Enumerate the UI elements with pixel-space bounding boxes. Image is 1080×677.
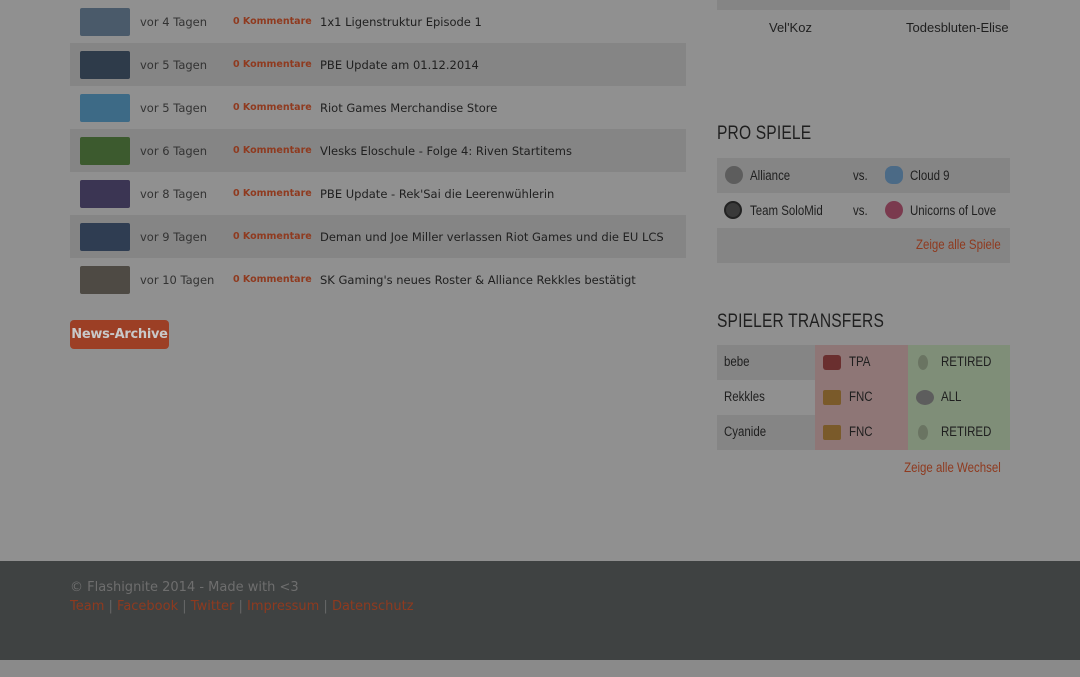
from-team: FNC <box>849 424 873 439</box>
comments-link[interactable]: 0 Kommentare <box>233 188 312 199</box>
to-team-cell: ALL <box>908 380 1010 415</box>
unicorns-of-love-logo-icon <box>885 201 903 219</box>
news-list: vor 4 Tagen 0 Kommentare 1x1 Ligenstrukt… <box>70 0 686 301</box>
from-team: FNC <box>849 389 873 404</box>
transfers-heading: SPIELER TRANSFERS <box>717 311 885 332</box>
fnatic-logo-icon <box>823 390 841 405</box>
news-thumbnail[interactable] <box>80 50 130 79</box>
team-name: Team SoloMid <box>750 203 823 218</box>
all-games-row: Zeige alle Spiele <box>717 228 1010 263</box>
alliance-logo-icon <box>916 390 934 405</box>
news-archive-button[interactable]: News-Archive <box>70 320 169 349</box>
show-all-transfers-link[interactable]: Zeige alle Wechsel <box>904 460 1001 475</box>
champion-name[interactable]: Todesbluten-Elise <box>906 20 1009 35</box>
news-item[interactable]: vor 5 Tagen 0 Kommentare PBE Update am 0… <box>70 43 686 86</box>
news-thumbnail[interactable] <box>80 265 130 294</box>
news-item[interactable]: vor 8 Tagen 0 Kommentare PBE Update - Re… <box>70 172 686 215</box>
match-row[interactable]: Alliance vs. Cloud 9 <box>717 158 1010 193</box>
to-team: ALL <box>941 389 962 404</box>
from-team-cell: FNC <box>815 380 908 415</box>
news-title[interactable]: PBE Update - Rek'Sai die Leerenwühlerin <box>320 187 554 201</box>
footer: © Flashignite 2014 - Made with <3 Team |… <box>0 561 1080 660</box>
player-cell: bebe <box>717 345 815 380</box>
news-title[interactable]: Deman und Joe Miller verlassen Riot Game… <box>320 230 664 244</box>
show-all-games-link[interactable]: Zeige alle Spiele <box>916 237 1001 252</box>
news-thumbnail[interactable] <box>80 179 130 208</box>
news-thumbnail[interactable] <box>80 93 130 122</box>
retired-icon <box>918 425 928 440</box>
footer-link-impressum[interactable]: Impressum <box>247 599 319 614</box>
from-team-cell: FNC <box>815 415 908 450</box>
comments-link[interactable]: 0 Kommentare <box>233 102 312 113</box>
news-title[interactable]: 1x1 Ligenstruktur Episode 1 <box>320 15 482 29</box>
comments-link[interactable]: 0 Kommentare <box>233 16 312 27</box>
news-date: vor 5 Tagen <box>140 100 208 115</box>
footer-link-twitter[interactable]: Twitter <box>191 599 235 614</box>
news-title[interactable]: Vlesks Eloschule - Folge 4: Riven Starti… <box>320 144 572 158</box>
pro-games-heading: PRO SPIELE <box>717 123 812 144</box>
footer-link-facebook[interactable]: Facebook <box>117 599 178 614</box>
player-name[interactable]: Cyanide <box>724 424 766 439</box>
from-team-cell: TPA <box>815 345 908 380</box>
free-champions-panel <box>717 0 1010 10</box>
news-title[interactable]: SK Gaming's neues Roster & Alliance Rekk… <box>320 273 636 287</box>
link-separator: | <box>108 599 118 614</box>
to-team: RETIRED <box>941 424 992 439</box>
vs-label: vs. <box>853 168 868 183</box>
news-date: vor 4 Tagen <box>140 14 208 29</box>
retired-icon <box>918 355 928 370</box>
news-item[interactable]: vor 9 Tagen 0 Kommentare Deman und Joe M… <box>70 215 686 258</box>
to-team-cell: RETIRED <box>908 345 1010 380</box>
cloud9-logo-icon <box>885 166 903 184</box>
comments-link[interactable]: 0 Kommentare <box>233 145 312 156</box>
comments-link[interactable]: 0 Kommentare <box>233 231 312 242</box>
news-thumbnail[interactable] <box>80 136 130 165</box>
news-thumbnail[interactable] <box>80 7 130 36</box>
news-item[interactable]: vor 4 Tagen 0 Kommentare 1x1 Ligenstrukt… <box>70 0 686 43</box>
news-date: vor 8 Tagen <box>140 186 208 201</box>
news-date: vor 9 Tagen <box>140 229 208 244</box>
match-row[interactable]: Team SoloMid vs. Unicorns of Love <box>717 193 1010 228</box>
transfer-row[interactable]: Cyanide FNC RETIRED <box>717 415 1010 450</box>
tsm-logo-icon <box>724 201 742 219</box>
champion-name[interactable]: Vel'Koz <box>769 20 812 35</box>
news-title[interactable]: Riot Games Merchandise Store <box>320 101 497 115</box>
news-title[interactable]: PBE Update am 01.12.2014 <box>320 58 479 72</box>
footer-link-datenschutz[interactable]: Datenschutz <box>332 599 414 614</box>
player-name[interactable]: bebe <box>724 354 750 369</box>
news-date: vor 5 Tagen <box>140 57 208 72</box>
to-team-cell: RETIRED <box>908 415 1010 450</box>
from-team: TPA <box>849 354 871 369</box>
tpa-logo-icon <box>823 355 841 370</box>
alliance-logo-icon <box>725 166 743 184</box>
footer-links: Team | Facebook | Twitter | Impressum | … <box>70 599 414 614</box>
news-item[interactable]: vor 6 Tagen 0 Kommentare Vlesks Eloschul… <box>70 129 686 172</box>
footer-bottom-bar <box>0 660 1080 677</box>
copyright-text: © Flashignite 2014 - Made with <3 <box>70 580 299 595</box>
news-item[interactable]: vor 10 Tagen 0 Kommentare SK Gaming's ne… <box>70 258 686 301</box>
team-name: Cloud 9 <box>910 168 950 183</box>
link-separator: | <box>238 599 248 614</box>
team-name: Unicorns of Love <box>910 203 997 218</box>
link-separator: | <box>182 599 191 614</box>
comments-link[interactable]: 0 Kommentare <box>233 274 312 285</box>
comments-link[interactable]: 0 Kommentare <box>233 59 312 70</box>
news-date: vor 10 Tagen <box>140 272 215 287</box>
vs-label: vs. <box>853 203 868 218</box>
to-team: RETIRED <box>941 354 992 369</box>
team-name: Alliance <box>750 168 791 183</box>
news-item[interactable]: vor 5 Tagen 0 Kommentare Riot Games Merc… <box>70 86 686 129</box>
transfer-row[interactable]: bebe TPA RETIRED <box>717 345 1010 380</box>
news-date: vor 6 Tagen <box>140 143 208 158</box>
fnatic-logo-icon <box>823 425 841 440</box>
player-cell: Rekkles <box>717 380 815 415</box>
link-separator: | <box>323 599 332 614</box>
transfer-row[interactable]: Rekkles FNC ALL <box>717 380 1010 415</box>
footer-link-team[interactable]: Team <box>70 599 104 614</box>
news-thumbnail[interactable] <box>80 222 130 251</box>
player-cell: Cyanide <box>717 415 815 450</box>
player-name[interactable]: Rekkles <box>724 389 765 404</box>
